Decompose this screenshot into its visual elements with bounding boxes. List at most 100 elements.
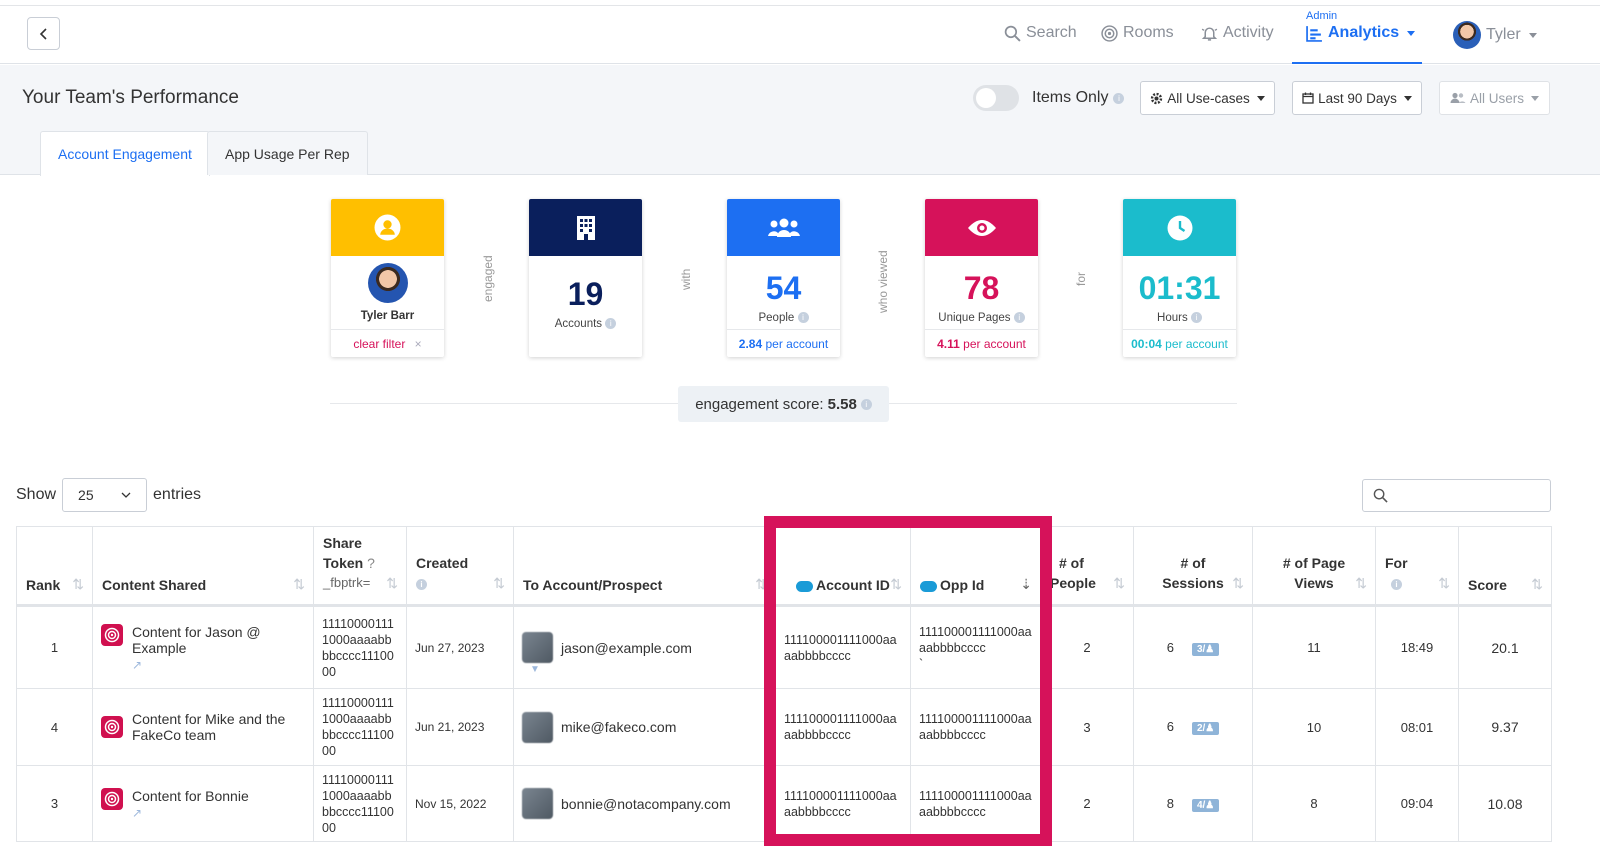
- external-link-icon[interactable]: ↗: [132, 658, 142, 672]
- cell-score: 9.37: [1458, 688, 1552, 766]
- bar-chart-icon: [1306, 25, 1322, 42]
- users-dropdown[interactable]: All Users: [1439, 81, 1550, 115]
- sort-icon: ⇅: [1531, 576, 1543, 592]
- cell-people: 2: [1040, 605, 1134, 689]
- items-only-toggle[interactable]: [973, 85, 1019, 111]
- engagement-score-label: engagement score:: [695, 395, 824, 413]
- close-icon: ×: [414, 337, 422, 351]
- back-button[interactable]: [27, 17, 60, 50]
- people-label-row: People i: [727, 312, 840, 324]
- col-score[interactable]: Score ⇅: [1458, 526, 1552, 607]
- entries-select[interactable]: 25: [62, 478, 148, 512]
- table-search-input[interactable]: [1362, 479, 1551, 512]
- cell-sessions: 6 2/♟: [1133, 688, 1253, 766]
- filter-icon[interactable]: ▼: [530, 664, 540, 675]
- cell-account[interactable]: mike@fakeco.com: [513, 688, 776, 766]
- sessions-value: 8: [1166, 795, 1174, 811]
- col-account-label: To Account/Prospect: [523, 577, 663, 593]
- use-cases-dropdown[interactable]: All Use-cases: [1140, 81, 1275, 115]
- connector-with: with: [679, 268, 693, 290]
- hours-card-header: [1123, 199, 1236, 256]
- col-for[interactable]: For i ⇅: [1375, 526, 1459, 607]
- cell-page-views: 8: [1252, 765, 1376, 842]
- cell-account[interactable]: bonnie@notacompany.com: [513, 765, 776, 842]
- info-icon: i: [797, 312, 809, 324]
- cell-people: 3: [1040, 688, 1134, 766]
- cell-rank: 1: [16, 605, 93, 689]
- prospect-avatar: ▼: [522, 632, 553, 675]
- per-account-label: per account: [765, 337, 829, 351]
- cell-content[interactable]: Content for Bonnie ↗: [92, 765, 314, 842]
- gear-icon: [1151, 92, 1163, 104]
- nav-rooms[interactable]: Rooms: [1101, 24, 1174, 42]
- col-rank-label: Rank: [26, 577, 61, 593]
- cell-content[interactable]: Content for Mike and the FakeCo team: [92, 688, 314, 766]
- entries-value: 25: [78, 487, 94, 503]
- show-label: Show: [16, 486, 57, 503]
- caret-down-icon: [1528, 32, 1537, 38]
- user-menu[interactable]: Tyler: [1453, 21, 1537, 49]
- info-icon: i: [605, 318, 617, 330]
- page-header: Your Team's Performance Items Only i All…: [0, 65, 1600, 176]
- col-account[interactable]: To Account/Prospect ⇅: [513, 526, 776, 607]
- cell-rank: 3: [16, 765, 93, 842]
- caret-down-icon: [1403, 95, 1412, 101]
- sessions-value: 6: [1166, 639, 1174, 655]
- content-title: Content for Jason @ Example: [132, 623, 261, 656]
- col-for-label: For: [1385, 555, 1408, 571]
- user-name: Tyler: [1486, 26, 1521, 43]
- sort-icon: ⇅: [386, 575, 398, 591]
- cell-content[interactable]: Content for Jason @ Example ↗: [92, 605, 314, 689]
- accounts-card: 19 Accounts i: [529, 199, 642, 357]
- nav-analytics[interactable]: Analytics: [1306, 24, 1416, 42]
- col-score-label: Score: [1468, 577, 1507, 593]
- external-link-icon[interactable]: ↗: [132, 806, 142, 820]
- entries-control: Show 25 entries: [16, 478, 201, 512]
- tab-app-usage-per-rep[interactable]: App Usage Per Rep: [207, 131, 368, 175]
- col-token-title: Share Token: [323, 535, 364, 571]
- accounts-label: Accounts: [554, 318, 603, 330]
- info-icon: i: [1391, 578, 1402, 590]
- engagement-score: engagement score: 5.58 i: [678, 386, 889, 422]
- cell-created: Nov 15, 2022: [406, 765, 514, 842]
- clear-filter-label: clear filter: [353, 337, 406, 351]
- content-title: Content for Mike and the FakeCo team: [132, 711, 286, 743]
- col-rank[interactable]: Rank ⇅: [16, 526, 93, 607]
- avatar: [1453, 21, 1481, 49]
- nav-activity[interactable]: Activity: [1201, 24, 1274, 42]
- clear-filter-link[interactable]: clear filter ×: [331, 329, 444, 357]
- accounts-value: 19: [567, 276, 604, 312]
- cell-created: Jun 21, 2023: [406, 688, 514, 766]
- user-icon: ♟: [1205, 643, 1215, 655]
- cell-score: 20.1: [1458, 605, 1552, 689]
- col-page-views[interactable]: # of Page Views ⇅: [1252, 526, 1376, 607]
- cell-share-token: 111100001111000aaaabbbbcccc1110000: [313, 765, 407, 842]
- sort-icon: ⇅: [293, 576, 305, 592]
- col-people[interactable]: # of People ⇅: [1040, 526, 1134, 607]
- accounts-card-header: [529, 199, 642, 256]
- hours-per-account: 00:04 per account: [1123, 329, 1236, 357]
- cell-for: 18:49: [1375, 605, 1459, 689]
- cell-people: 2: [1040, 765, 1134, 842]
- col-share-token[interactable]: Share Token ? _fbptrk= ⇅: [313, 526, 407, 607]
- per-account-label: per account: [963, 337, 1026, 351]
- items-only-text: Items Only: [1032, 89, 1109, 106]
- cell-account[interactable]: ▼ jason@example.com: [513, 605, 776, 689]
- col-content[interactable]: Content Shared ⇅: [92, 526, 314, 607]
- prospect-avatar: [522, 711, 553, 743]
- sessions-value: 6: [1166, 719, 1174, 734]
- prospect-avatar: [522, 788, 553, 819]
- prospect-email: bonnie@notacompany.com: [561, 795, 731, 812]
- engagement-score-value: 5.58: [827, 395, 857, 413]
- session-badge: 4/♟: [1191, 798, 1220, 812]
- clock-icon: [1167, 215, 1192, 240]
- eye-icon: [967, 219, 996, 236]
- date-range-dropdown[interactable]: Last 90 Days: [1292, 81, 1422, 115]
- nav-search[interactable]: Search: [1004, 24, 1077, 42]
- col-sessions[interactable]: # of Sessions ⇅: [1133, 526, 1253, 607]
- tab-account-engagement[interactable]: Account Engagement: [40, 131, 210, 176]
- cell-share-token: 111100001111000aaaabbbbcccc1110000: [313, 688, 407, 766]
- user-card-header: [331, 199, 444, 256]
- accounts-label-row: Accounts i: [529, 318, 642, 330]
- col-created[interactable]: Created i ⇅: [406, 526, 514, 607]
